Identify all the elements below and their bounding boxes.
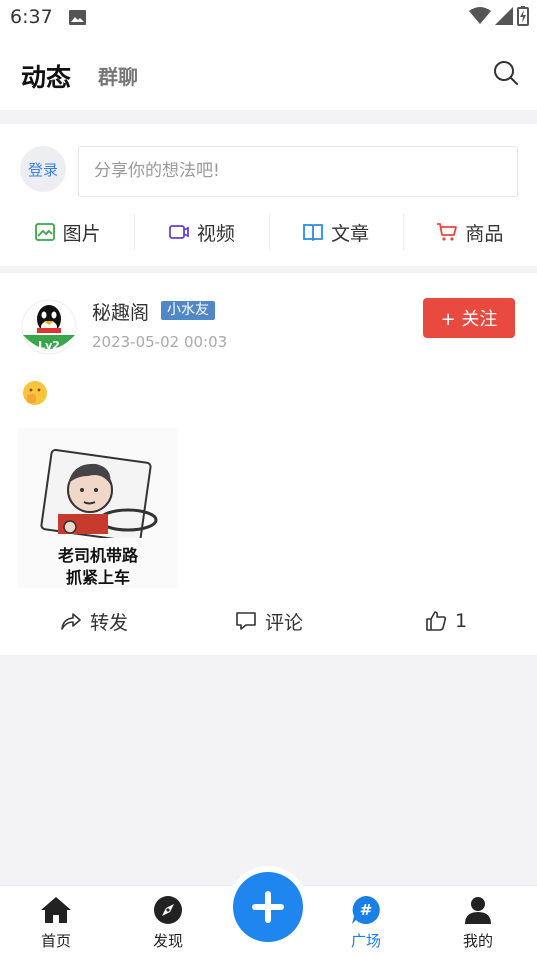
user-avatar[interactable]: Lv2 bbox=[20, 297, 78, 357]
comment-button[interactable]: 评论 bbox=[235, 601, 303, 641]
post-time: 2023-05-02 00:03 bbox=[92, 333, 228, 351]
nav-mine-label: 我的 bbox=[462, 932, 493, 950]
search-icon[interactable] bbox=[493, 60, 519, 86]
meme-caption-line1: 老司机带路 bbox=[57, 546, 138, 565]
share-icon bbox=[61, 613, 81, 630]
compose-actions: 图片 视频 文章 商品 bbox=[0, 211, 537, 253]
hashtag-icon: # bbox=[352, 896, 380, 924]
compass-icon bbox=[154, 896, 182, 924]
share-button[interactable]: 转发 bbox=[60, 601, 128, 641]
nav-discover[interactable]: 发现 bbox=[138, 894, 198, 951]
user-icon bbox=[465, 897, 491, 924]
image-icon bbox=[34, 223, 55, 241]
nav-mine[interactable]: 我的 bbox=[448, 894, 508, 951]
compose-product-button[interactable]: 商品 bbox=[402, 211, 537, 253]
book-icon bbox=[303, 224, 324, 242]
user-badge: 小水友 bbox=[161, 301, 215, 320]
meme-caption-line2: 抓紧上车 bbox=[65, 568, 130, 587]
follow-button[interactable]: + 关注 bbox=[423, 298, 515, 338]
author-name[interactable]: 秘趣阁 bbox=[92, 298, 149, 325]
compose-product-label: 商品 bbox=[465, 222, 504, 245]
follow-label: + 关注 bbox=[440, 309, 498, 330]
post-input-placeholder: 分享你的想法吧! bbox=[94, 161, 220, 181]
image-notification-icon bbox=[69, 10, 86, 25]
wifi-icon bbox=[469, 7, 491, 24]
top-header: 动态 群聊 bbox=[0, 36, 537, 110]
emoji-icon bbox=[23, 381, 47, 405]
composer-card: 登录 分享你的想法吧! 图片 视频 文章 商品 bbox=[0, 124, 537, 266]
post-image[interactable]: 老司机带路 抓紧上车 bbox=[18, 428, 178, 588]
compose-article-label: 文章 bbox=[331, 222, 370, 245]
compose-image-button[interactable]: 图片 bbox=[0, 211, 134, 253]
post-card: Lv2 秘趣阁 小水友 2023-05-02 00:03 + 关注 老司机带路 … bbox=[0, 273, 537, 655]
post-actions: 转发 评论 1 bbox=[0, 601, 537, 641]
create-post-button[interactable] bbox=[233, 872, 303, 942]
status-bar: 6:37 bbox=[0, 0, 537, 36]
share-label: 转发 bbox=[90, 611, 129, 634]
login-avatar[interactable]: 登录 bbox=[20, 146, 66, 192]
compose-video-button[interactable]: 视频 bbox=[134, 211, 268, 253]
comment-icon bbox=[236, 612, 256, 630]
compose-video-label: 视频 bbox=[196, 222, 235, 245]
svg-text:#: # bbox=[360, 901, 373, 919]
nav-home-label: 首页 bbox=[40, 932, 71, 950]
compose-article-button[interactable]: 文章 bbox=[268, 211, 403, 253]
nav-square[interactable]: # 广场 bbox=[336, 894, 396, 951]
comment-label: 评论 bbox=[265, 611, 304, 634]
status-icons bbox=[469, 6, 529, 26]
nav-discover-label: 发现 bbox=[152, 932, 183, 950]
plus-icon bbox=[252, 891, 284, 923]
signal-icon bbox=[495, 7, 513, 25]
like-count: 1 bbox=[455, 610, 468, 632]
meme-illustration bbox=[40, 448, 158, 538]
nav-square-label: 广场 bbox=[350, 932, 381, 950]
thumbs-up-icon bbox=[426, 611, 447, 631]
home-icon bbox=[41, 897, 71, 923]
tab-dynamic[interactable]: 动态 bbox=[21, 58, 71, 94]
tab-group-chat[interactable]: 群聊 bbox=[98, 61, 138, 90]
status-time: 6:37 bbox=[10, 6, 53, 28]
post-input[interactable]: 分享你的想法吧! bbox=[78, 146, 518, 197]
video-icon bbox=[168, 225, 189, 239]
cart-icon bbox=[437, 223, 458, 241]
battery-icon bbox=[517, 6, 529, 26]
like-button[interactable]: 1 bbox=[425, 601, 467, 641]
nav-home[interactable]: 首页 bbox=[26, 894, 86, 951]
level-label: Lv2 bbox=[38, 339, 60, 352]
login-label: 登录 bbox=[27, 160, 58, 179]
compose-image-label: 图片 bbox=[62, 222, 101, 245]
